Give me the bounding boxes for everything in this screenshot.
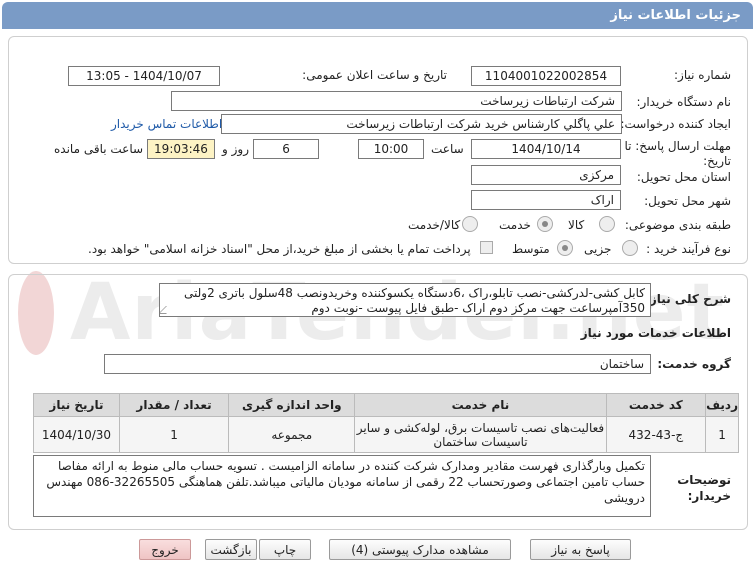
cell-name: فعالیت‌های نصب تاسیسات برق، لوله‌کشی و س… <box>354 416 607 453</box>
announce-datetime-field: 1404/10/07 - 13:05 <box>68 66 220 86</box>
cell-name-line1: فعالیت‌های نصب تاسیسات برق، لوله‌کشی و س… <box>356 420 605 435</box>
process-option-minor: جزیی <box>584 242 612 256</box>
print-button[interactable]: چاپ <box>259 539 311 560</box>
service-group-label: گروه خدمت: <box>657 357 731 371</box>
province-field: مرکزی <box>471 165 621 185</box>
col-header-date: تاریخ نیاز <box>33 393 120 417</box>
resize-handle-icon[interactable] <box>160 306 174 314</box>
category-radio-goods[interactable] <box>599 216 615 232</box>
creator-label: ایجاد کننده درخواست: <box>620 117 731 131</box>
reply-button[interactable]: پاسخ به نیاز <box>530 539 631 560</box>
col-header-qty: تعداد / مقدار <box>118 393 230 417</box>
cell-unit: مجموعه <box>228 416 356 453</box>
province-label: استان محل تحویل: <box>636 170 731 184</box>
col-header-row: ردیف <box>705 393 739 417</box>
notes-label-buyer: خریدار: <box>687 489 731 503</box>
cell-date: 1404/10/30 <box>33 416 120 453</box>
table-header-row: ردیف کد خدمت نام خدمت واحد اندازه گیری ت… <box>33 393 739 417</box>
summary-label: شرح کلی نیاز: <box>645 292 731 306</box>
treasury-note: پرداخت تمام یا بخشی از مبلغ خرید،از محل … <box>88 242 471 256</box>
city-field: اراک <box>471 190 621 210</box>
days-label: روز و <box>222 142 249 156</box>
notes-textarea: تکمیل وبارگذاری فهرست مقادیر ومدارک شرکت… <box>33 455 651 517</box>
treasury-checkbox[interactable] <box>480 241 493 254</box>
category-label: طبقه بندی موضوعی: <box>624 218 731 232</box>
buyer-org-label: نام دستگاه خریدار: <box>636 95 732 109</box>
notes-text: تکمیل وبارگذاری فهرست مقادیر ومدارک شرکت… <box>46 459 645 505</box>
category-option-service: خدمت <box>499 218 531 232</box>
category-radio-service[interactable] <box>537 216 553 232</box>
deadline-date-label: تاریخ: <box>703 154 731 168</box>
services-table: ردیف کد خدمت نام خدمت واحد اندازه گیری ت… <box>33 393 739 453</box>
page-header: جزئیات اطلاعات نیاز <box>2 2 753 29</box>
back-button[interactable]: بازگشت <box>205 539 257 560</box>
announce-datetime-label: تاریخ و ساعت اعلان عمومی: <box>302 68 447 82</box>
services-section-title: اطلاعات خدمات مورد نیاز <box>580 326 731 340</box>
summary-text: کابل کشی-لدرکشی-نصب تابلو،راک ،6دستگاه ی… <box>184 286 645 315</box>
process-option-medium: متوسط <box>512 242 550 256</box>
deadline-time-field: 10:00 <box>358 139 424 159</box>
service-group-field: ساختمان <box>104 354 651 374</box>
buyer-contact-link[interactable]: اطلاعات تماس خریدار <box>111 117 222 131</box>
cell-code: ج-43-432 <box>605 416 707 453</box>
category-radio-goods-service[interactable] <box>462 216 478 232</box>
cell-index: 1 <box>705 416 739 453</box>
deadline-time-label: ساعت <box>431 142 464 156</box>
attachments-button[interactable]: مشاهده مدارک پیوستی (4) <box>329 539 511 560</box>
deadline-date-field: 1404/10/14 <box>471 139 621 159</box>
category-option-goods: کالا <box>568 218 585 232</box>
deadline-label: مهلت ارسال پاسخ: تا <box>624 139 731 153</box>
exit-button[interactable]: خروج <box>139 539 191 560</box>
cell-qty: 1 <box>118 416 230 453</box>
remaining-time-label: ساعت باقی مانده <box>54 142 144 156</box>
need-number-field: 1104001022002854 <box>471 66 621 86</box>
col-header-unit: واحد اندازه گیری <box>228 393 356 417</box>
remaining-time-field: 19:03:46 <box>147 139 215 159</box>
col-header-name: نام خدمت <box>354 393 607 417</box>
summary-textarea: کابل کشی-لدرکشی-نصب تابلو،راک ،6دستگاه ی… <box>159 283 651 317</box>
notes-label: توضیحات <box>677 473 731 487</box>
col-header-code: کد خدمت <box>605 393 707 417</box>
table-row: 1 ج-43-432 فعالیت‌های نصب تاسیسات برق، ل… <box>33 416 739 453</box>
category-option-goods-service: کالا/خدمت <box>408 218 461 232</box>
cell-name-line2: تاسیسات ساختمان <box>433 434 528 449</box>
process-radio-minor[interactable] <box>622 240 638 256</box>
need-number-label: شماره نیاز: <box>674 68 731 82</box>
remaining-days-field: 6 <box>253 139 319 159</box>
creator-field: علي پاگلي كارشناس خريد شركت ارتباطات زير… <box>221 114 622 134</box>
buyer-org-field: شرکت ارتباطات زیرساخت <box>171 91 622 111</box>
page-title: جزئیات اطلاعات نیاز <box>610 8 741 23</box>
process-label: نوع فرآیند خرید : <box>646 242 731 256</box>
process-radio-medium[interactable] <box>557 240 573 256</box>
city-label: شهر محل تحویل: <box>644 194 731 208</box>
